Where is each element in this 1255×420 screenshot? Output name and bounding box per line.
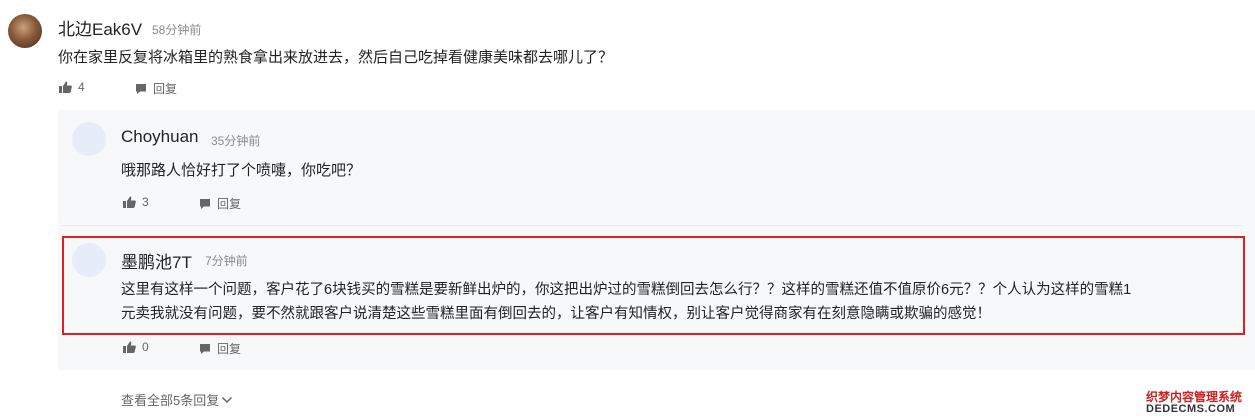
reply-time: 7分钟前 [205,254,248,268]
reply-text: 哦那路人恰好打了个喷嚏，你吃吧？ [121,162,362,179]
reply-button[interactable]: 回复 [199,340,241,357]
view-all-replies-button[interactable]: 查看全部5条回复 [121,390,233,409]
reply-time: 35分钟前 [211,134,261,148]
reply-label: 回复 [217,197,242,211]
thumbs-up-icon [123,196,136,208]
comment-author[interactable]: 北边Eak6V [58,15,142,40]
reply-button[interactable]: 回复 [135,80,177,97]
comment-bubble-icon [200,343,210,354]
avatar[interactable] [72,122,106,156]
watermark-url: DEDECMS.COM [1146,403,1236,415]
reply-author[interactable]: 墨鹏池7T [121,248,192,273]
like-count: 0 [142,340,149,354]
comment-bubble-icon [136,83,146,94]
thumbs-up-icon [123,341,136,353]
reply-label: 回复 [153,82,178,96]
avatar[interactable] [72,243,106,277]
reply-author[interactable]: Choyhuan [121,127,199,147]
like-button[interactable]: 4 [59,80,85,94]
like-button[interactable]: 0 [123,340,149,354]
reply-text-line-1: 这里有这样一个问题，客户花了6块钱买的雪糕是要新鲜出炉的，你这把出炉过的雪糕倒回… [121,282,1132,298]
comment-time: 58分钟前 [152,23,202,37]
like-count: 4 [78,80,85,94]
like-button[interactable]: 3 [123,195,149,209]
comment-text: 你在家里反复将冰箱里的熟食拿出来放进去，然后自己吃掉看健康美味都去哪儿了？ [58,49,614,66]
thumbs-up-icon [59,81,72,93]
avatar[interactable] [8,14,42,48]
reply-label: 回复 [217,342,242,356]
divider [62,225,1242,226]
chevron-down-icon [222,396,233,403]
reply-button[interactable]: 回复 [199,195,241,212]
reply-text-line-2: 元卖我就没有问题，要不然就跟客户说清楚这些雪糕里面有倒回去的，让客户有知情权，别… [121,306,991,322]
view-all-label: 查看全部5条回复 [121,393,220,408]
comment-bubble-icon [200,198,210,209]
like-count: 3 [142,195,149,209]
